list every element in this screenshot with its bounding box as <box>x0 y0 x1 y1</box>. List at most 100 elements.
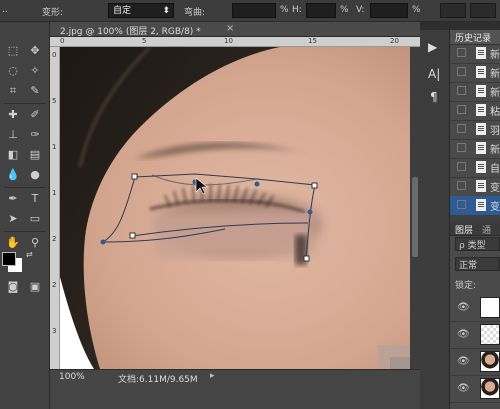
lock-label: 锁定: <box>455 281 477 291</box>
vertical-ruler: 0 5 1 1 2 2 3 <box>50 47 60 369</box>
eye-icon[interactable]: 👁 <box>457 356 470 367</box>
eyedropper-tool-icon[interactable]: ✎ <box>26 82 44 100</box>
ruler-tick-label: 5 <box>52 97 57 105</box>
character-panel-icon[interactable]: A| <box>428 67 440 81</box>
history-item[interactable]: 羽 <box>450 120 500 140</box>
bend-input[interactable] <box>232 3 276 18</box>
ruler-tick-label: 0 <box>52 51 57 59</box>
ruler-tick-label: 1 <box>52 143 57 151</box>
brush-tool-icon[interactable]: ✐ <box>26 106 44 124</box>
hand-tool-icon[interactable]: ✋ <box>4 234 22 252</box>
marquee-tool-icon[interactable]: ⬚ <box>4 42 22 60</box>
layer-filter-input[interactable]: ρ 类型 <box>455 237 500 251</box>
document-icon <box>476 85 486 97</box>
v-distortion-unit: % <box>412 5 421 15</box>
history-brush-source-checkbox[interactable] <box>457 124 466 133</box>
v-distortion-input[interactable] <box>370 3 408 18</box>
pen-tool-icon[interactable]: ✒ <box>4 190 22 208</box>
scrollbar-thumb[interactable] <box>412 177 418 257</box>
toolbar-divider <box>4 187 46 188</box>
paragraph-panel-icon[interactable]: ¶ <box>430 90 438 104</box>
history-brush-source-checkbox[interactable] <box>457 143 466 152</box>
magic-wand-tool-icon[interactable]: ✧ <box>26 62 44 80</box>
layer-row[interactable]: 👁 <box>450 294 500 322</box>
history-item-label: 新 <box>490 88 500 99</box>
history-item[interactable]: 自 <box>450 158 500 178</box>
eraser-tool-icon[interactable]: ◧ <box>4 146 22 164</box>
rectangle-tool-icon[interactable]: ▭ <box>26 210 44 228</box>
warp-label: 变形: <box>42 8 64 18</box>
history-item-label: 新 <box>490 50 500 61</box>
type-tool-icon[interactable]: T <box>26 190 44 208</box>
layer-row[interactable]: 👁 <box>450 348 500 376</box>
warp-mode-toggle[interactable] <box>440 3 466 18</box>
move-tool-icon[interactable]: ✥ <box>26 42 44 60</box>
crop-tool-icon[interactable]: ⌗ <box>4 82 22 100</box>
clone-stamp-tool-icon[interactable]: ⊥ <box>4 126 22 144</box>
layer-row[interactable]: 👁 <box>450 321 500 349</box>
history-item[interactable]: 粘 <box>450 101 500 121</box>
blend-mode-select[interactable]: 正常 <box>455 257 500 271</box>
history-brush-source-checkbox[interactable] <box>457 48 466 57</box>
actions-play-icon[interactable]: ▶ <box>428 40 437 54</box>
cancel-transform-button[interactable] <box>470 3 496 18</box>
h-distortion-input[interactable] <box>306 3 336 18</box>
history-brush-source-checkbox[interactable] <box>457 86 466 95</box>
history-brush-source-checkbox[interactable] <box>457 105 466 114</box>
close-icon[interactable]: × <box>226 23 234 34</box>
ruler-tick-label: 1 <box>52 189 57 197</box>
tab-channels[interactable]: 通 <box>482 223 491 236</box>
eye-icon[interactable]: 👁 <box>457 302 470 313</box>
layer-row[interactable]: 👁 <box>450 375 500 403</box>
dodge-tool-icon[interactable]: ● <box>26 166 44 184</box>
history-brush-source-checkbox[interactable] <box>457 162 466 171</box>
history-brush-source-checkbox[interactable] <box>457 181 466 190</box>
eye-icon[interactable]: 👁 <box>457 329 470 340</box>
toolbar-divider <box>4 103 46 104</box>
layer-thumbnail <box>480 351 500 372</box>
chevron-down-icon: ⬍ <box>162 6 170 16</box>
zoom-level[interactable]: 100% <box>59 372 85 382</box>
history-item[interactable]: 变 <box>450 177 500 197</box>
history-item-label: 新 <box>490 69 500 80</box>
layer-thumbnail <box>480 324 500 345</box>
warp-style-select[interactable]: 自定 ⬍ <box>108 3 174 18</box>
history-item[interactable]: 新 <box>450 139 500 159</box>
screen-mode-icon[interactable]: ▣ <box>26 278 44 296</box>
ruler-tick-label: 0 <box>60 37 65 45</box>
vertical-scrollbar[interactable] <box>410 47 420 369</box>
ruler-tick-label: 20 <box>390 37 399 45</box>
blur-tool-icon[interactable]: 💧 <box>4 166 22 184</box>
history-panel-tab[interactable]: 历史记录 <box>450 30 500 45</box>
foreground-color-swatch[interactable] <box>2 252 16 266</box>
history-item-label: 粘 <box>490 107 500 118</box>
layers-panel-tabs: 图层 通 <box>450 222 500 236</box>
history-item[interactable]: 新 <box>450 63 500 83</box>
history-item[interactable]: 新 <box>450 44 500 64</box>
ruler-tick-label: 15 <box>308 37 317 45</box>
swap-colors-icon[interactable]: ⇄ <box>26 250 33 259</box>
bend-unit: % <box>280 5 289 15</box>
path-selection-tool-icon[interactable]: ➤ <box>4 210 22 228</box>
eye-icon[interactable]: 👁 <box>457 383 470 394</box>
history-brush-source-checkbox[interactable] <box>457 67 466 76</box>
document-canvas[interactable] <box>60 47 410 369</box>
document-icon <box>476 66 486 78</box>
tab-layers[interactable]: 图层 <box>455 223 473 236</box>
document-tab[interactable]: 2.jpg @ 100% (图层 2, RGB/8) * × <box>50 22 420 37</box>
status-menu-arrow[interactable]: ▸ <box>210 371 215 381</box>
history-item[interactable]: 变 <box>450 196 500 216</box>
gradient-tool-icon[interactable]: ▤ <box>26 146 44 164</box>
ruler-tick-label: 2 <box>52 235 57 243</box>
tools-panel: ⬚ ✥ ◌ ✧ ⌗ ✎ ✚ ✐ ⊥ ✑ ◧ ▤ 💧 ● ✒ T ➤ ▭ ✋ ⚲ … <box>0 22 50 409</box>
history-item[interactable]: 新 <box>450 82 500 102</box>
document-icon <box>476 47 486 59</box>
history-brush-source-checkbox[interactable] <box>457 200 466 209</box>
history-brush-tool-icon[interactable]: ✑ <box>26 126 44 144</box>
quick-mask-icon[interactable]: ◙ <box>4 278 22 296</box>
healing-brush-tool-icon[interactable]: ✚ <box>4 106 22 124</box>
lasso-tool-icon[interactable]: ◌ <box>4 62 22 80</box>
document-icon <box>476 180 486 192</box>
history-item-label: 新 <box>490 145 500 156</box>
layer-thumbnail <box>480 378 500 399</box>
